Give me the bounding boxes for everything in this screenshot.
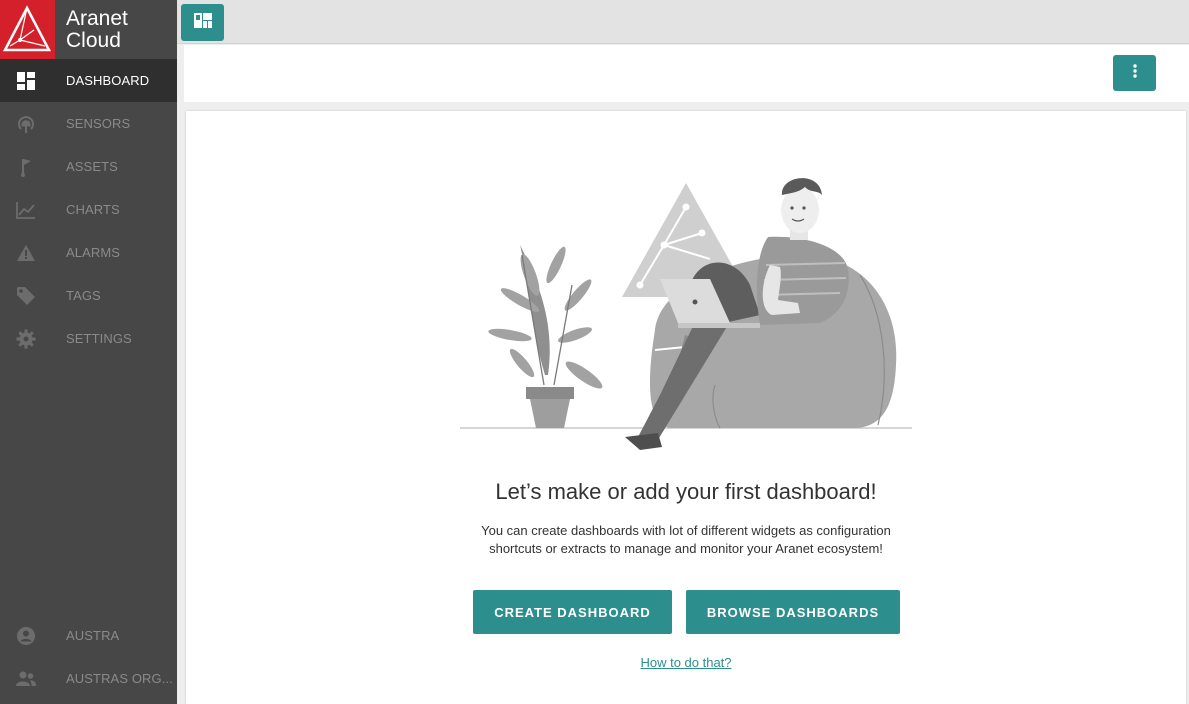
sidebar-item-assets[interactable]: ASSETS (0, 145, 177, 188)
sidebar-item-label: SETTINGS (66, 331, 132, 346)
sidebar-item-label: ASSETS (66, 159, 118, 174)
tag-icon (15, 285, 37, 307)
aranet-logo-icon (0, 0, 55, 59)
sidebar-item-label: ALARMS (66, 245, 121, 260)
more-vert-icon (1132, 63, 1137, 83)
sidebar-item-label: DASHBOARD (66, 73, 150, 88)
sidebar: Aranet Cloud DASHBOARD SENSORS ASSETS CH… (0, 0, 177, 704)
flag-icon (15, 156, 37, 178)
sidebar-item-organization[interactable]: AUSTRAS ORG... (0, 657, 177, 700)
sidebar-item-charts[interactable]: CHARTS (0, 188, 177, 231)
create-dashboard-button[interactable]: CREATE DASHBOARD (473, 590, 672, 634)
dashboard-icon (15, 70, 37, 92)
sidebar-item-label: CHARTS (66, 202, 120, 217)
more-options-button[interactable] (1113, 55, 1156, 91)
brand-title: Aranet Cloud (66, 8, 128, 52)
how-to-link[interactable]: How to do that? (186, 655, 1186, 670)
sensor-icon (15, 113, 37, 135)
brand-title-line1: Aranet (66, 7, 128, 30)
empty-state-description: You can create dashboards with lot of di… (481, 523, 891, 556)
group-icon (15, 668, 37, 690)
chart-icon (15, 199, 37, 221)
top-bar (177, 0, 1189, 44)
sidebar-item-alarms[interactable]: ALARMS (0, 231, 177, 274)
gear-icon (15, 328, 37, 350)
empty-state-title: Let’s make or add your first dashboard! (495, 479, 877, 504)
user-icon (15, 625, 37, 647)
dashboard-header (184, 45, 1189, 102)
brand[interactable]: Aranet Cloud (0, 0, 177, 59)
dashboard-layout-icon (193, 12, 212, 33)
brand-title-line2: Cloud (66, 29, 121, 52)
sidebar-item-label: AUSTRAS ORG... (66, 671, 173, 686)
empty-state-illustration (460, 175, 912, 460)
sidebar-item-settings[interactable]: SETTINGS (0, 317, 177, 360)
sidebar-item-label: SENSORS (66, 116, 131, 131)
browse-dashboards-button[interactable]: BROWSE DASHBOARDS (686, 590, 900, 634)
sidebar-item-user[interactable]: AUSTRA (0, 614, 177, 657)
sidebar-item-label: AUSTRA (66, 628, 120, 643)
sidebar-item-dashboard[interactable]: DASHBOARD (0, 59, 177, 102)
sidebar-item-label: TAGS (66, 288, 101, 303)
sidebar-item-sensors[interactable]: SENSORS (0, 102, 177, 145)
sidebar-item-tags[interactable]: TAGS (0, 274, 177, 317)
toggle-layout-button[interactable] (181, 4, 224, 41)
warning-icon (15, 242, 37, 264)
